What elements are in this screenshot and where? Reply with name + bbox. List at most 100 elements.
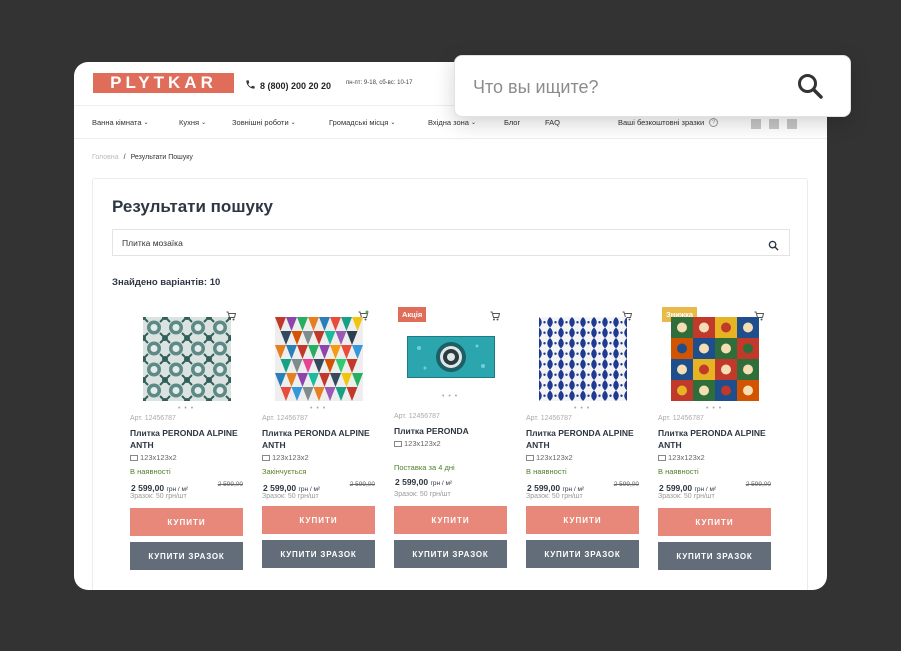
buy-button[interactable]: КУПИТИ — [526, 506, 639, 534]
size-value: 123x123x2 — [140, 453, 177, 462]
price-value: 2 599,00 — [527, 483, 561, 493]
product-price: 2 599,00 грн / м² — [131, 483, 188, 493]
old-price: 2 599,00 — [613, 481, 639, 488]
product-image[interactable] — [143, 317, 231, 401]
price-unit: грн / м² — [430, 480, 453, 487]
buy-button[interactable]: КУПИТИ — [262, 506, 375, 534]
product-size: 123x123x2 — [658, 453, 705, 462]
product-size: 123x123x2 — [526, 453, 573, 462]
stock-status: В наявності — [658, 467, 699, 476]
sample-price: Зразок: 50 грн/шт — [394, 491, 451, 498]
results-count: Знайдено варіантів: 10 — [112, 277, 221, 288]
product-article: Арт. 12456787 — [262, 415, 308, 422]
search-bar — [112, 229, 790, 256]
buy-button[interactable]: КУПИТИ — [394, 506, 507, 534]
search-input[interactable] — [122, 237, 722, 248]
buy-sample-button[interactable]: КУПИТИ ЗРАЗОК — [394, 540, 507, 568]
price-value: 2 599,00 — [263, 483, 297, 493]
carousel-dots[interactable]: • • • — [574, 405, 590, 412]
product-image[interactable] — [671, 317, 759, 401]
price-value: 2 599,00 — [131, 483, 165, 493]
nav-label: Кухня — [179, 118, 200, 127]
buy-button[interactable]: КУПИТИ — [130, 508, 243, 536]
free-samples-link[interactable]: Ваші безкоштовні зразки ? — [618, 118, 719, 127]
buy-button[interactable]: КУПИТИ — [658, 508, 771, 536]
size-value: 123x123x2 — [272, 453, 309, 462]
product-name[interactable]: Плитка PERONDA — [394, 425, 504, 437]
cart-icon[interactable] — [787, 119, 797, 129]
chevron-down-icon: ⌄ — [201, 120, 207, 126]
carousel-dots[interactable]: • • • — [442, 393, 458, 400]
size-value: 123x123x2 — [536, 453, 573, 462]
sample-price: Зразок: 50 грн/шт — [526, 493, 583, 500]
phone-number: 8 (800) 200 20 20 — [260, 81, 332, 91]
product-card[interactable]: • • • Арт. 12456787 Плитка PERONDA ALPIN… — [526, 307, 639, 577]
breadcrumb-home[interactable]: Головна — [92, 154, 119, 161]
product-card[interactable]: Акція • • • Арт. 12456787 Плитка PERONDA… — [394, 307, 507, 577]
product-size: 123x123x2 — [262, 453, 309, 462]
nav-item-public[interactable]: Громадські місця ⌄ — [329, 118, 428, 127]
nav-item-exterior[interactable]: Зовнішні роботи ⌄ — [232, 118, 329, 127]
old-price: 2 599,00 — [217, 481, 243, 488]
chevron-down-icon: ⌄ — [470, 120, 476, 126]
browser-window: PLYTKAR 8 (800) 200 20 20 пн-пт: 9-18, с… — [74, 62, 827, 590]
old-price: 2 599,00 — [745, 481, 771, 488]
popup-search-input[interactable] — [473, 75, 773, 99]
stock-status: В наявності — [526, 467, 567, 476]
product-image[interactable] — [275, 317, 363, 401]
product-card[interactable]: Знижка • • • Арт. 12456787 Плитка PEROND… — [658, 307, 771, 577]
chevron-down-icon: ⌄ — [390, 120, 396, 126]
logo[interactable]: PLYTKAR — [93, 73, 234, 93]
product-article: Арт. 12456787 — [526, 415, 572, 422]
product-card[interactable]: • • • Арт. 12456787 Плитка PERONDA ALPIN… — [262, 307, 375, 577]
sample-price: Зразок: 50 грн/шт — [658, 493, 715, 500]
help-icon[interactable]: ? — [709, 118, 719, 127]
product-name[interactable]: Плитка PERONDA ALPINE ANTH — [526, 427, 636, 451]
search-icon[interactable] — [796, 72, 824, 105]
phone-contact[interactable]: 8 (800) 200 20 20 — [245, 77, 331, 95]
nav-label: Громадські місця — [329, 118, 389, 127]
product-image[interactable] — [539, 317, 627, 401]
dimensions-icon — [394, 440, 402, 447]
phone-icon — [245, 77, 256, 95]
buy-sample-button[interactable]: КУПИТИ ЗРАЗОК — [526, 540, 639, 568]
sale-badge: Акція — [398, 307, 427, 322]
price-value: 2 599,00 — [659, 483, 693, 493]
stock-status: Закінчується — [262, 467, 307, 476]
logo-text: PLYTKAR — [110, 73, 217, 92]
nav-icons — [751, 119, 797, 129]
dimensions-icon — [130, 454, 138, 461]
price-unit: грн / м² — [694, 486, 717, 493]
breadcrumb: Головна / Результати Пошуку — [92, 154, 193, 161]
product-name[interactable]: Плитка PERONDA ALPINE ANTH — [262, 427, 372, 451]
nav-item-faq[interactable]: FAQ — [545, 118, 575, 127]
product-card[interactable]: • • • Арт. 12456787 Плитка PERONDA ALPIN… — [130, 307, 243, 577]
favorites-icon[interactable] — [769, 119, 779, 129]
nav-item-blog[interactable]: Блог — [504, 118, 545, 127]
nav-label: Зовнішні роботи — [232, 118, 289, 127]
size-value: 123x123x2 — [404, 439, 441, 448]
product-article: Арт. 12456787 — [130, 415, 176, 422]
carousel-dots[interactable]: • • • — [310, 405, 326, 412]
dimensions-icon — [262, 454, 270, 461]
product-article: Арт. 12456787 — [658, 415, 704, 422]
product-article: Арт. 12456787 — [394, 413, 440, 420]
user-icon[interactable] — [751, 119, 761, 129]
buy-sample-button[interactable]: КУПИТИ ЗРАЗОК — [658, 542, 771, 570]
product-name[interactable]: Плитка PERONDA ALPINE ANTH — [658, 427, 768, 451]
buy-sample-button[interactable]: КУПИТИ ЗРАЗОК — [130, 542, 243, 570]
product-image[interactable] — [407, 336, 495, 378]
nav-label: Блог — [504, 118, 521, 127]
nav-label: FAQ — [545, 118, 561, 127]
cart-icon[interactable] — [489, 310, 501, 322]
carousel-dots[interactable]: • • • — [706, 405, 722, 412]
buy-sample-button[interactable]: КУПИТИ ЗРАЗОК — [262, 540, 375, 568]
search-icon[interactable] — [768, 238, 779, 256]
carousel-dots[interactable]: • • • — [178, 405, 194, 412]
working-hours: пн-пт: 9-18, сб-вс: 10-17 — [346, 80, 413, 86]
product-name[interactable]: Плитка PERONDA ALPINE ANTH — [130, 427, 240, 451]
nav-item-entrance[interactable]: Вхідна зона ⌄ — [428, 118, 504, 127]
search-popup — [454, 55, 851, 117]
nav-item-kitchen[interactable]: Кухня ⌄ — [179, 118, 232, 127]
nav-item-bathroom[interactable]: Ванна кімната ⌄ — [92, 118, 179, 127]
